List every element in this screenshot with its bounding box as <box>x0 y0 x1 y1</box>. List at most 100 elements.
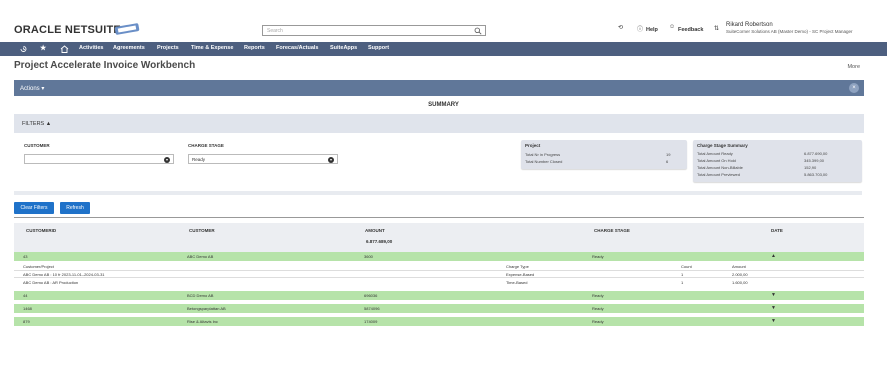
chevron-down-icon[interactable]: ▾ <box>164 157 170 163</box>
detail-row: ABC Demo AB : AR Production Time-Based 1… <box>14 279 864 285</box>
detail-header-project: Customer/Project <box>23 264 54 269</box>
charge-card-title: Charge Stage Summary <box>697 143 748 148</box>
cell-customerid: 879 <box>23 319 30 324</box>
nav-forecast-actuals[interactable]: Forecas/Actuals <box>276 45 319 51</box>
charge-card-row-value: 152,90 <box>804 165 817 170</box>
project-card-row-value: 6 <box>666 159 669 164</box>
column-header-customerid[interactable]: CUSTOMERID <box>26 228 56 233</box>
total-amount: 6.877.689,00 <box>366 239 393 244</box>
project-card-row-label: Total Number Closed <box>525 159 563 164</box>
top-header: ORACLE NETSUITE Search ⟲ ⓘ Help ☺ Feedba… <box>0 0 887 38</box>
cell-amount: 5874096 <box>364 306 380 311</box>
user-menu[interactable]: Rikard Robertson SuiteCorner Solutions A… <box>726 22 853 34</box>
table-header: CUSTOMERID CUSTOMER AMOUNT CHARGE STAGE … <box>14 223 864 252</box>
recent-icon[interactable] <box>19 45 28 53</box>
column-header-charge-stage[interactable]: CHARGE STAGE <box>594 228 630 233</box>
charge-card-row-value: 6.877.690,00 <box>804 151 828 156</box>
charge-stage-filter-value: Ready <box>192 157 206 162</box>
detail-header-row: Customer/Project Charge Type Count Amoun… <box>14 263 864 269</box>
charge-card-row-label: Total Amount Previewed <box>697 172 740 177</box>
more-link[interactable]: More <box>847 64 860 70</box>
search-placeholder: Search <box>267 28 283 34</box>
actions-menu[interactable]: Actions ▾ <box>20 85 44 92</box>
suitecorner-logo-icon <box>114 23 140 35</box>
charge-card-row-label: Total Amount On Hold <box>697 158 736 163</box>
cell-customer: ABC Demo AB <box>187 254 214 259</box>
caret-up-icon: ▲ <box>45 121 52 127</box>
filters-toggle[interactable]: FILTERS ▲ <box>22 121 51 127</box>
main-nav-bar: ★ Activities Agreements Projects Time & … <box>0 42 887 56</box>
summary-heading: SUMMARY <box>428 102 459 108</box>
table-top-border <box>14 217 864 218</box>
cell-charge-stage: Ready <box>592 293 604 298</box>
cell-charge-stage: Ready <box>592 306 604 311</box>
user-name: Rikard Robertson <box>726 22 773 28</box>
nav-time-expense[interactable]: Time & Expense <box>191 45 233 51</box>
search-icon[interactable] <box>474 27 482 35</box>
help-icon[interactable]: ⓘ <box>637 24 643 33</box>
nav-activities[interactable]: Activities <box>79 45 103 51</box>
nav-reports[interactable]: Reports <box>244 45 265 51</box>
feedback-icon[interactable]: ☺ <box>669 24 675 30</box>
oracle-netsuite-logo[interactable]: ORACLE NETSUITE <box>14 24 121 36</box>
project-summary-card: Project Total Nr in Progress 19 Total Nu… <box>521 140 687 169</box>
refresh-button[interactable]: Refresh <box>60 202 90 214</box>
collapse-arrow-icon[interactable]: ▲ <box>771 253 776 259</box>
favorites-star-icon[interactable]: ★ <box>40 44 46 52</box>
charge-stage-filter-select[interactable]: Ready ▾ <box>188 154 338 164</box>
detail-header-count: Count <box>681 264 692 269</box>
nav-suiteapps[interactable]: SuiteApps <box>330 45 357 51</box>
column-header-amount[interactable]: AMOUNT <box>365 228 385 233</box>
customer-filter-label: CUSTOMER <box>24 143 50 148</box>
nav-support[interactable]: Support <box>368 45 389 51</box>
customer-filter-select[interactable]: ▾ <box>24 154 174 164</box>
cell-customer: Rise & Altavis Inc <box>187 319 218 324</box>
chevron-down-icon[interactable]: ▾ <box>328 157 334 163</box>
cell-amount: 174009 <box>364 319 378 324</box>
expand-arrow-icon[interactable]: ▼ <box>771 292 776 298</box>
detail-header-amount: Amount <box>732 264 746 269</box>
home-icon[interactable] <box>60 45 69 53</box>
project-card-title: Project <box>525 143 541 148</box>
cell-customerid: 44 <box>23 293 28 298</box>
column-header-customer[interactable]: CUSTOMER <box>189 228 215 233</box>
global-search-input[interactable]: Search <box>262 25 486 36</box>
recent-records-icon[interactable]: ⟲ <box>618 24 623 31</box>
nav-agreements[interactable]: Agreements <box>113 45 145 51</box>
table-row[interactable]: 879 Rise & Altavis Inc 174009 Ready ▼ <box>14 317 864 326</box>
table-row[interactable]: 43 ABC Demo AB 3600 Ready ▲ <box>14 252 864 261</box>
charge-card-row-label: Total Amount Ready <box>697 151 733 156</box>
charge-card-row-value: 5.863.703,00 <box>804 172 828 177</box>
column-header-date[interactable]: DATE <box>771 228 783 233</box>
cell-charge-stage: Ready <box>592 319 604 324</box>
detail-cell-charge-type: Time-Based <box>506 280 528 285</box>
page-title: Project Accelerate Invoice Workbench <box>14 60 196 71</box>
expand-arrow-icon[interactable]: ▼ <box>771 305 776 311</box>
logo-oracle-text: ORACLE <box>14 24 62 36</box>
charge-card-row-label: Total Amount Non-Billable <box>697 165 743 170</box>
actions-bar: Actions ▾ × <box>14 80 864 96</box>
table-row[interactable]: 1468 Betongsparplattan AB 5874096 Ready … <box>14 304 864 313</box>
help-link[interactable]: Help <box>646 27 658 33</box>
expand-arrow-icon[interactable]: ▼ <box>771 318 776 324</box>
filters-bar[interactable]: FILTERS ▲ <box>14 114 864 133</box>
clear-filters-button[interactable]: Clear Filters <box>14 202 54 214</box>
detail-header-charge-type: Charge Type <box>506 264 529 269</box>
cell-customerid: 1468 <box>23 306 32 311</box>
table-row[interactable]: 44 BCD Demo AB 696036 Ready ▼ <box>14 291 864 300</box>
charge-stage-filter-label: CHARGE STAGE <box>188 143 224 148</box>
role-switch-icon[interactable]: ⇅ <box>714 25 719 32</box>
cell-customer: Betongsparplattan AB <box>187 306 226 311</box>
caret-down-icon: ▾ <box>41 86 45 92</box>
project-card-row-label: Total Nr in Progress <box>525 152 561 157</box>
detail-cell-count: 1 <box>681 280 684 285</box>
nav-projects[interactable]: Projects <box>157 45 179 51</box>
close-icon[interactable]: × <box>849 83 859 93</box>
filters-label: FILTERS <box>22 121 45 127</box>
logo-netsuite-text: NETSUITE <box>64 24 121 36</box>
feedback-link[interactable]: Feedback <box>678 27 703 33</box>
charge-card-row-value: 345.399,00 <box>804 158 825 163</box>
user-role: SuiteCorner Solutions AB (Master Demo) -… <box>726 29 853 34</box>
charge-stage-summary-card: Charge Stage Summary Total Amount Ready … <box>693 140 862 182</box>
section-divider <box>14 191 862 195</box>
